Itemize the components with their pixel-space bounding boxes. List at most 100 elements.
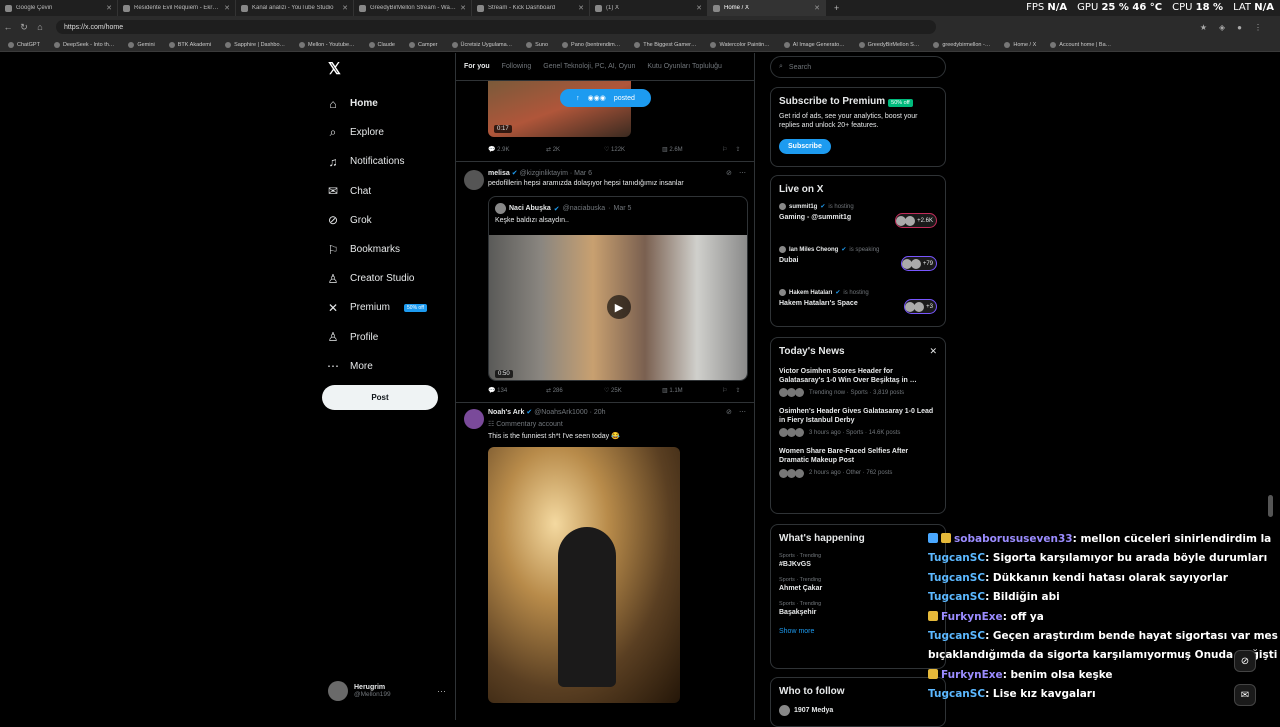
nav-item-grok[interactable]: ⊘ Grok bbox=[326, 206, 427, 235]
close-tab-icon[interactable]: ✕ bbox=[342, 4, 348, 12]
bookmark-item[interactable]: Sapphire | Dashbo… bbox=[225, 41, 285, 48]
nav-item-chat[interactable]: ✉ Chat bbox=[326, 177, 427, 206]
live-item[interactable]: summit1g ✔ is hosting Gaming - @summit1g +2.… bbox=[779, 203, 937, 246]
bookmark-item[interactable]: ChatGPT bbox=[8, 41, 40, 48]
follow-account-name[interactable]: 1907 Medya bbox=[794, 707, 833, 714]
bookmark-item[interactable]: Pano (bentrendim… bbox=[562, 41, 620, 48]
views-button[interactable]: ▥ 2.6M bbox=[662, 146, 722, 153]
nav-item-more[interactable]: ⋯ More bbox=[326, 352, 427, 381]
repost-button[interactable]: ⇄ 2K bbox=[546, 146, 604, 153]
browser-tab[interactable]: Google Çeviri ✕ bbox=[0, 0, 118, 16]
bookmark-item[interactable]: Watercolor Paintin… bbox=[710, 41, 770, 48]
close-tab-icon[interactable]: ✕ bbox=[696, 4, 702, 12]
bookmark-item[interactable]: Account home | Ba… bbox=[1050, 41, 1111, 48]
quoted-post[interactable]: Naci Abuşka ✔ @naciabuska · Mar 5 Keşke … bbox=[488, 196, 748, 381]
author-name[interactable]: Noah's Ark bbox=[488, 409, 524, 416]
close-tab-icon[interactable]: ✕ bbox=[460, 4, 466, 12]
grok-icon[interactable]: ⊘ bbox=[726, 408, 732, 416]
news-item[interactable]: Osimhen's Header Gives Galatasaray 1-0 L… bbox=[779, 407, 937, 438]
browser-tab[interactable]: GreedyBirMellon Stream - Watch… ✕ bbox=[354, 0, 472, 16]
bookmark-item[interactable]: DeepSeek - Into th… bbox=[53, 41, 114, 48]
post-image[interactable] bbox=[488, 447, 680, 703]
more-dots-icon[interactable]: ⋯ bbox=[739, 408, 746, 416]
nav-item-creator-studio[interactable]: ♙ Creator Studio bbox=[326, 264, 427, 293]
live-item[interactable]: Ian Miles Cheong ✔ is speaking Dubai +79 bbox=[779, 246, 937, 289]
back-icon[interactable]: ← bbox=[0, 22, 16, 32]
grok-float-icon[interactable]: ⊘ bbox=[1234, 650, 1256, 672]
feed-tab[interactable]: Kutu Oyunları Topluluğu bbox=[647, 63, 722, 70]
home-browser-icon[interactable]: ⌂ bbox=[32, 22, 48, 32]
feed-tab[interactable]: Following bbox=[502, 63, 532, 70]
bookmark-icon[interactable]: ⚐ bbox=[722, 146, 727, 153]
reply-button[interactable]: 💬 2.9K bbox=[488, 146, 546, 153]
nav-item-bookmarks[interactable]: ⚐ Bookmarks bbox=[326, 235, 427, 264]
share-icon[interactable]: ⇪ bbox=[735, 146, 740, 153]
nav-item-notifications[interactable]: ♫ Notifications bbox=[326, 147, 427, 176]
bookmark-icon[interactable]: ⚐ bbox=[722, 387, 727, 394]
bookmark-item[interactable]: greedybirmellon -… bbox=[933, 41, 990, 48]
browser-tab[interactable]: Stream - Kick Dashboard ✕ bbox=[472, 0, 590, 16]
like-button[interactable]: ♡ 25K bbox=[604, 387, 662, 394]
author-name[interactable]: melisa bbox=[488, 170, 510, 177]
browser-tab[interactable]: Residente Evil Requiem - Ekran… ✕ bbox=[118, 0, 236, 16]
x-logo-icon[interactable]: 𝕏 bbox=[328, 59, 341, 79]
bookmark-item[interactable]: AI Image Generato… bbox=[783, 41, 845, 48]
news-item[interactable]: Victor Osimhen Scores Header for Galatas… bbox=[779, 367, 937, 398]
nav-item-premium[interactable]: ✕ Premium 50% off bbox=[326, 293, 427, 322]
play-icon[interactable]: ▶ bbox=[607, 295, 631, 319]
author-handle[interactable]: @NoahsArk1000 bbox=[534, 409, 587, 416]
avatar[interactable] bbox=[464, 409, 484, 429]
news-item[interactable]: Women Share Bare-Faced Selfies After Dra… bbox=[779, 447, 937, 478]
subscribe-button[interactable]: Subscribe bbox=[779, 138, 831, 154]
post-time[interactable]: Mar 6 bbox=[574, 170, 592, 177]
nav-item-profile[interactable]: ♙ Profile bbox=[326, 323, 427, 352]
avatar[interactable] bbox=[464, 170, 484, 190]
close-tab-icon[interactable]: ✕ bbox=[578, 4, 584, 12]
feed-tab[interactable]: For you bbox=[464, 63, 490, 70]
show-more-link[interactable]: Show more bbox=[779, 628, 937, 635]
post-button[interactable]: Post bbox=[322, 385, 438, 410]
close-tab-icon[interactable]: ✕ bbox=[224, 4, 230, 12]
nav-item-home[interactable]: ⌂ Home bbox=[326, 89, 427, 118]
bookmark-item[interactable]: Gemini bbox=[128, 41, 155, 48]
reload-icon[interactable]: ↻ bbox=[16, 22, 32, 33]
search-input[interactable]: ⌕ Search bbox=[770, 56, 946, 78]
account-switcher[interactable]: Herugrim @Mellon199 ⋯ bbox=[328, 681, 446, 701]
close-icon[interactable]: ✕ bbox=[929, 346, 937, 357]
messages-float-icon[interactable]: ✉ bbox=[1234, 684, 1256, 706]
bookmark-item[interactable]: BTK Akademi bbox=[168, 41, 211, 48]
star-icon[interactable]: ★ bbox=[1200, 23, 1207, 32]
browser-tab[interactable]: Kanal analizi - YouTube Studio ✕ bbox=[236, 0, 354, 16]
menu-icon[interactable]: ⋮ bbox=[1254, 23, 1262, 32]
new-posts-pill[interactable]: ↑ ◉◉◉ posted bbox=[560, 89, 651, 107]
author-handle[interactable]: @kizginliktayim bbox=[520, 170, 568, 177]
close-tab-icon[interactable]: ✕ bbox=[106, 4, 112, 12]
browser-tab[interactable]: Home / X ✕ bbox=[708, 0, 826, 16]
feed-tab[interactable]: Genel Teknoloji, PC, AI, Oyun bbox=[543, 63, 635, 70]
more-dots-icon[interactable]: ⋯ bbox=[739, 169, 746, 177]
bookmark-item[interactable]: Claude bbox=[368, 41, 395, 48]
post-time[interactable]: 20h bbox=[594, 409, 606, 416]
bookmark-item[interactable]: Home / X bbox=[1004, 41, 1036, 48]
trend-item[interactable]: Sports · Trending Başakşehir bbox=[779, 601, 937, 616]
url-input[interactable]: https://x.com/home bbox=[56, 20, 936, 34]
trend-item[interactable]: Sports · Trending #BJKvGS bbox=[779, 553, 937, 568]
share-icon[interactable]: ⇪ bbox=[735, 387, 740, 394]
profile-browser-icon[interactable]: ● bbox=[1237, 23, 1242, 32]
bookmark-item[interactable]: Suno bbox=[526, 41, 548, 48]
browser-tab[interactable]: (1) X ✕ bbox=[590, 0, 708, 16]
repost-button[interactable]: ⇄ 286 bbox=[546, 387, 604, 394]
extensions-icon[interactable]: ◈ bbox=[1219, 23, 1225, 32]
video-thumbnail[interactable]: ▶ 0:50 bbox=[489, 235, 747, 380]
nav-item-explore[interactable]: ⌕ Explore bbox=[326, 118, 427, 147]
bookmark-item[interactable]: Ücretsiz Uygulama… bbox=[451, 41, 512, 48]
live-item[interactable]: Hakem Hataları ✔ is hosting Hakem Hataları'… bbox=[779, 289, 937, 332]
bookmark-item[interactable]: Mellon - Youtube… bbox=[299, 41, 355, 48]
bookmark-item[interactable]: Camper bbox=[408, 41, 438, 48]
grok-icon[interactable]: ⊘ bbox=[726, 169, 732, 177]
views-button[interactable]: ▥ 1.1M bbox=[662, 387, 722, 394]
like-button[interactable]: ♡ 122K bbox=[604, 146, 662, 153]
reply-button[interactable]: 💬 134 bbox=[488, 387, 546, 394]
bookmark-item[interactable]: The Biggest Gamer… bbox=[634, 41, 696, 48]
close-tab-icon[interactable]: ✕ bbox=[814, 4, 820, 12]
